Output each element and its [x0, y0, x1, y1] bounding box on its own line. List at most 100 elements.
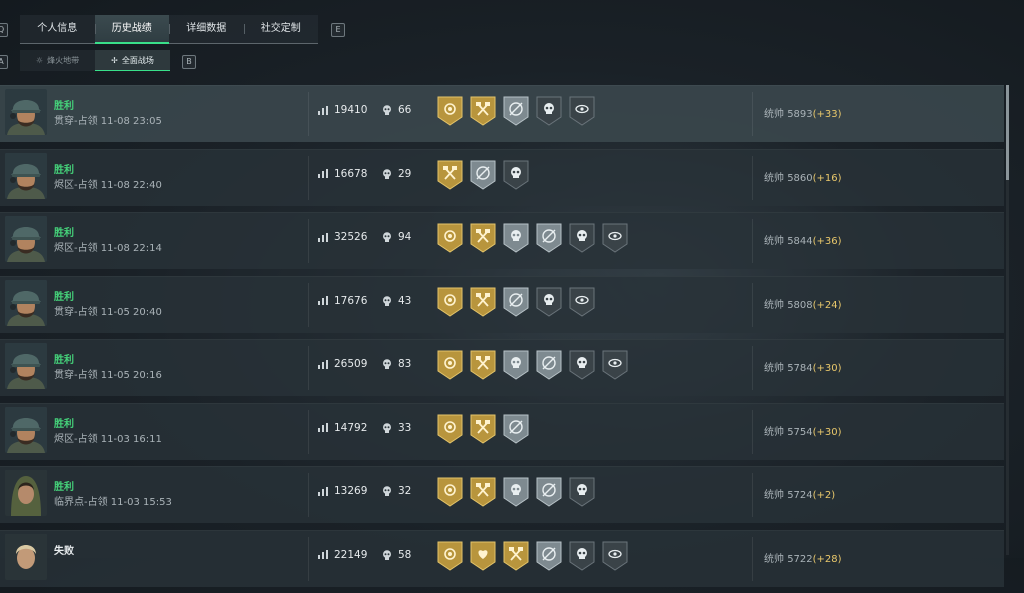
- medal-dark-eye-icon[interactable]: [569, 287, 595, 317]
- medal-silver-target-icon[interactable]: [536, 541, 562, 571]
- match-score: 22149: [318, 549, 367, 561]
- kills-value: 43: [398, 294, 412, 307]
- medal-gold-rose-icon[interactable]: [437, 96, 463, 126]
- match-row[interactable]: 胜利 烬区-占领 11-08 22:40 16678 29 统帅 5860(+1…: [0, 148, 1004, 206]
- column-divider: [752, 155, 753, 200]
- medal-silver-target-icon[interactable]: [470, 160, 496, 190]
- medal-list: [437, 541, 628, 571]
- medal-dark-skull-icon[interactable]: [569, 223, 595, 253]
- score-bars-icon: [318, 169, 328, 178]
- rank-title: 统帅: [764, 426, 784, 438]
- tab-match-history[interactable]: 历史战绩: [94, 15, 169, 44]
- rank-delta: (+16): [812, 172, 842, 184]
- medal-gold-rose-icon[interactable]: [437, 414, 463, 444]
- match-row[interactable]: 胜利 烬区-占领 11-08 22:14 32526 94 统帅 5844(+3…: [0, 212, 1004, 269]
- medal-silver-target-icon[interactable]: [503, 287, 529, 317]
- match-result: 胜利: [54, 228, 74, 239]
- match-score: 32526: [318, 231, 367, 243]
- medal-gold-axes-icon[interactable]: [470, 350, 496, 380]
- operator-avatar: [5, 216, 47, 262]
- medal-silver-target-icon[interactable]: [536, 223, 562, 253]
- tab-social-custom[interactable]: 社交定制: [243, 15, 319, 43]
- medal-silver-skull-icon[interactable]: [503, 223, 529, 253]
- score-bars-icon: [318, 232, 328, 242]
- medal-gold-rose-icon[interactable]: [437, 223, 463, 253]
- column-divider: [308, 346, 309, 390]
- crossed-rifles-icon: ✢: [111, 56, 118, 65]
- match-score: 16678: [318, 168, 367, 180]
- medal-dark-skull-icon[interactable]: [503, 160, 529, 190]
- medal-gold-heart-icon[interactable]: [470, 541, 496, 571]
- match-row[interactable]: 胜利 贯穿-占领 11-05 20:16 26509 83 统帅 5784(+3…: [0, 339, 1004, 396]
- operator-avatar: [5, 343, 47, 389]
- subtab-hazard-zone[interactable]: ☼ 烽火地带: [20, 50, 95, 71]
- medal-dark-eye-icon[interactable]: [602, 541, 628, 571]
- column-divider: [308, 536, 309, 581]
- medal-gold-rose-icon[interactable]: [437, 350, 463, 380]
- score-bars-icon: [318, 296, 328, 305]
- match-row[interactable]: 胜利 贯穿-占领 11-08 23:05 19410 66 统帅 5893(+3…: [0, 85, 1004, 142]
- medal-dark-eye-icon[interactable]: [602, 223, 628, 253]
- rank-delta: (+2): [812, 490, 836, 501]
- medal-dark-eye-icon[interactable]: [602, 350, 628, 380]
- rank-rating: 统帅 5722(+28): [764, 550, 842, 565]
- rank-delta: (+28): [812, 553, 842, 565]
- match-mode-time: 烬区-占领 11-03 16:11: [54, 433, 162, 445]
- next-subtab-key-hint: B: [182, 55, 196, 69]
- score-bars-icon: [318, 486, 328, 496]
- match-result: 胜利: [54, 482, 74, 493]
- column-divider: [752, 473, 753, 517]
- medal-gold-axes-icon[interactable]: [470, 223, 496, 253]
- medal-gold-axes-icon[interactable]: [470, 477, 496, 507]
- column-divider: [752, 536, 753, 581]
- scrollbar-thumb[interactable]: [1006, 85, 1009, 180]
- medal-silver-target-icon[interactable]: [503, 96, 529, 126]
- medal-gold-axes-icon[interactable]: [437, 160, 463, 190]
- score-bars-icon: [318, 105, 328, 115]
- column-divider: [308, 155, 309, 200]
- match-score: 14792: [318, 422, 367, 434]
- match-score: 17676: [318, 295, 367, 307]
- medal-silver-skull-icon[interactable]: [503, 477, 529, 507]
- match-row[interactable]: 失败 22149 58 统帅 5722(+28): [0, 529, 1004, 587]
- match-kills: 94: [382, 231, 411, 243]
- rank-title: 统帅: [764, 490, 784, 501]
- medal-gold-axes-icon[interactable]: [470, 414, 496, 444]
- medal-gold-rose-icon[interactable]: [437, 287, 463, 317]
- operator-avatar: [5, 279, 47, 326]
- kills-value: 32: [398, 485, 412, 497]
- medal-dark-skull-icon[interactable]: [569, 350, 595, 380]
- rank-points: 5784: [787, 363, 813, 374]
- medal-silver-target-icon[interactable]: [536, 350, 562, 380]
- medal-gold-axes-icon[interactable]: [503, 541, 529, 571]
- medal-dark-skull-icon[interactable]: [569, 477, 595, 507]
- medal-silver-skull-icon[interactable]: [503, 350, 529, 380]
- match-row[interactable]: 胜利 临界点-占领 11-03 15:53 13269 32 统帅 5724(+…: [0, 466, 1004, 523]
- medal-silver-target-icon[interactable]: [503, 414, 529, 444]
- medal-dark-skull-icon[interactable]: [569, 541, 595, 571]
- match-row[interactable]: 胜利 烬区-占领 11-03 16:11 14792 33 统帅 5754(+3…: [0, 402, 1004, 460]
- skull-icon: [383, 422, 391, 433]
- medal-gold-axes-icon[interactable]: [470, 287, 496, 317]
- column-divider: [308, 92, 309, 136]
- operator-avatar: [5, 89, 47, 135]
- medal-dark-skull-icon[interactable]: [536, 287, 562, 317]
- medal-gold-rose-icon[interactable]: [437, 541, 463, 571]
- rank-points: 5860: [787, 172, 813, 184]
- subtab-full-battlefield[interactable]: ✢ 全面战场: [95, 50, 170, 71]
- score-value: 14792: [334, 421, 368, 434]
- medal-gold-rose-icon[interactable]: [437, 477, 463, 507]
- match-row[interactable]: 胜利 贯穿-占领 11-05 20:40 17676 43 统帅 5808(+2…: [0, 275, 1004, 333]
- medal-gold-axes-icon[interactable]: [470, 96, 496, 126]
- operator-avatar: [5, 152, 47, 199]
- next-tab-key-hint: E: [331, 23, 345, 37]
- medal-silver-target-icon[interactable]: [536, 477, 562, 507]
- medal-dark-skull-icon[interactable]: [536, 96, 562, 126]
- tab-personal-info[interactable]: 个人信息: [20, 15, 95, 43]
- score-value: 19410: [334, 104, 368, 116]
- column-divider: [308, 282, 309, 327]
- tab-detailed-data[interactable]: 详细数据: [169, 15, 244, 43]
- medal-dark-eye-icon[interactable]: [569, 96, 595, 126]
- match-result: 胜利: [54, 291, 74, 303]
- medal-list: [437, 350, 628, 380]
